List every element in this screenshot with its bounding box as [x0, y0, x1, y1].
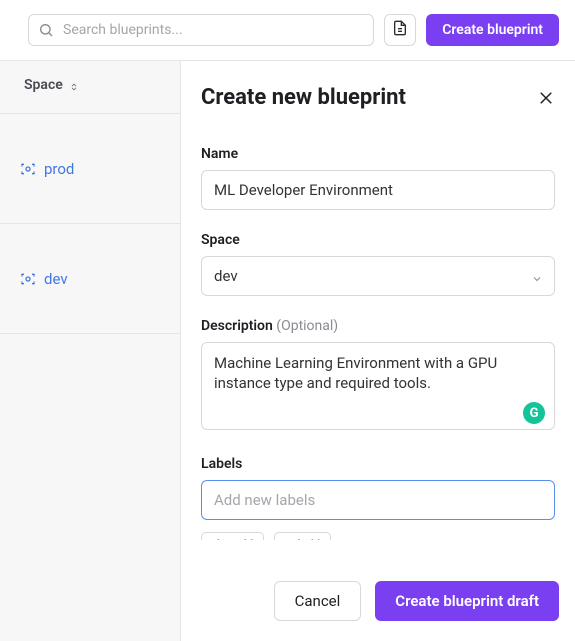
space-select[interactable]: dev: [201, 256, 555, 296]
topbar: Create blueprint: [0, 0, 575, 60]
chip-text: ml: [285, 538, 301, 541]
panel-footer: Cancel Create blueprint draft: [181, 560, 575, 641]
field-space: Space dev: [201, 232, 555, 296]
grammarly-icon[interactable]: G: [523, 402, 545, 424]
create-blueprint-button[interactable]: Create blueprint: [426, 14, 559, 46]
search-input[interactable]: [28, 14, 374, 46]
label-chips: dev ml: [201, 532, 555, 540]
field-description: Description (Optional) G: [201, 318, 555, 434]
field-name: Name: [201, 146, 555, 210]
name-label: Name: [201, 146, 555, 162]
blueprint-icon: [20, 161, 36, 177]
label-chip: ml: [274, 532, 331, 540]
remove-chip-icon[interactable]: [309, 537, 322, 540]
sidebar-header-label: Space: [24, 77, 63, 93]
panel-header: Create new blueprint: [181, 61, 575, 118]
sidebar-item-dev[interactable]: dev: [0, 224, 180, 334]
description-textarea[interactable]: [201, 342, 555, 430]
search-wrap: [28, 14, 374, 46]
close-icon[interactable]: [537, 89, 555, 107]
sort-icon: [69, 80, 79, 90]
document-button[interactable]: [384, 14, 416, 46]
description-label: Description (Optional): [201, 318, 555, 334]
name-input[interactable]: [201, 170, 555, 210]
search-icon: [38, 22, 54, 38]
create-draft-button[interactable]: Create blueprint draft: [375, 581, 559, 621]
panel-body: Name Space dev Description (Optional): [181, 118, 575, 540]
chip-text: dev: [212, 538, 234, 541]
sidebar-item-label: prod: [44, 160, 74, 178]
sidebar-item-prod[interactable]: prod: [0, 114, 180, 224]
labels-input[interactable]: [201, 480, 555, 520]
document-icon: [392, 20, 408, 40]
sidebar-item-label: dev: [44, 270, 68, 288]
sidebar-header[interactable]: Space: [0, 61, 180, 114]
sidebar: Space prod dev: [0, 60, 181, 641]
blueprint-icon: [20, 271, 36, 287]
optional-hint: (Optional): [276, 318, 338, 334]
labels-label: Labels: [201, 456, 555, 472]
remove-chip-icon[interactable]: [242, 537, 255, 540]
field-labels: Labels dev ml: [201, 456, 555, 540]
create-blueprint-panel: Create new blueprint Name Space dev: [181, 60, 575, 641]
label-chip: dev: [201, 532, 264, 540]
space-label: Space: [201, 232, 555, 248]
panel-title: Create new blueprint: [201, 85, 406, 110]
cancel-button[interactable]: Cancel: [274, 581, 362, 621]
